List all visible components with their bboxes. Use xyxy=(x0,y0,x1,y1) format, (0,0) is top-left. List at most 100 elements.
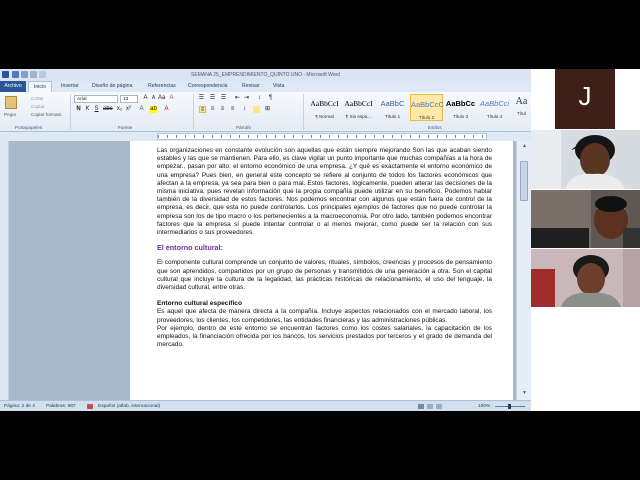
superscript-icon[interactable]: x² xyxy=(125,106,132,113)
participant-video-1-image xyxy=(531,130,640,189)
align-right-icon[interactable]: ≡ xyxy=(219,106,226,113)
participant-video-2-image xyxy=(531,190,640,248)
heading-cultural: El entorno cultural: xyxy=(157,243,223,253)
paste-button[interactable]: Pegar xyxy=(4,112,16,117)
copy-button[interactable]: Copiar xyxy=(31,104,45,109)
tab-diseno-pagina[interactable]: Diseño de página xyxy=(92,83,132,89)
style-sin-espaciado[interactable]: AaBbCcI ¶ Sin espa... xyxy=(342,94,375,121)
text-effects-icon[interactable]: A xyxy=(138,106,145,113)
grow-font-icon[interactable]: A xyxy=(142,95,149,102)
style-preview: AaBbCcC xyxy=(411,100,444,109)
divider xyxy=(303,94,304,130)
style-preview: AaBbCc xyxy=(445,99,476,108)
style-titulo[interactable]: Aa Títul xyxy=(512,94,531,121)
scroll-up-icon[interactable]: ▲ xyxy=(520,143,529,151)
tab-inicio[interactable]: Inicio xyxy=(28,81,52,92)
increase-indent-icon[interactable]: ⇥ xyxy=(243,95,250,102)
style-titulo-2[interactable]: AaBbCcC Título 2 xyxy=(410,94,444,121)
line-spacing-icon[interactable]: ↕ xyxy=(241,106,248,113)
font-color-icon[interactable]: A xyxy=(163,106,170,113)
style-name: Título 2 xyxy=(418,115,435,120)
language-indicator[interactable]: Español (alfab. internacional) xyxy=(98,404,160,409)
participant-initial: J xyxy=(578,81,592,111)
sort-icon[interactable]: ↕ xyxy=(256,95,263,102)
participant-video-2[interactable] xyxy=(531,190,640,248)
borders-icon[interactable]: ⊞ xyxy=(264,106,271,113)
word-count[interactable]: Palabras: 987 xyxy=(46,404,76,409)
paragraph-example: Por ejemplo, dentro de este entorno se e… xyxy=(157,324,492,349)
italic-icon[interactable]: K xyxy=(84,106,91,113)
style-normal[interactable]: AaBbCcI ¶ Normal xyxy=(308,94,341,121)
tab-referencias[interactable]: Referencias xyxy=(148,83,176,89)
participant-tile-self[interactable]: J xyxy=(555,69,615,129)
align-left-icon[interactable]: ≡ xyxy=(199,106,206,113)
participant-video-1[interactable] xyxy=(531,130,640,189)
multilevel-list-icon[interactable]: ☰ xyxy=(220,95,227,102)
paragraph-group-label: Párrafo xyxy=(236,125,252,130)
page-count[interactable]: Página: 2 de 4 xyxy=(4,404,35,409)
vertical-ruler[interactable] xyxy=(0,141,9,400)
document-area: Las organizaciones en constante evolució… xyxy=(9,141,516,400)
style-preview: AaBbCcI xyxy=(344,99,373,108)
format-painter-button[interactable]: Copiar formato xyxy=(31,112,61,117)
style-titulo-4[interactable]: AaBbCci Título 4 xyxy=(478,94,511,121)
bullets-icon[interactable]: ☰ xyxy=(198,95,205,102)
font-size-select[interactable]: 13 xyxy=(120,95,138,103)
style-name: ¶ Sin espa... xyxy=(345,114,372,119)
underline-icon[interactable]: S xyxy=(93,106,100,113)
scroll-thumb[interactable] xyxy=(520,161,528,201)
cut-button[interactable]: Cortar xyxy=(31,96,44,101)
font-name-select[interactable]: Arial xyxy=(74,95,118,103)
zoom-level-label[interactable]: 100% xyxy=(478,404,490,409)
paragraph-specific: Es aquel que afecta de manera directa a … xyxy=(157,308,492,324)
align-center-icon[interactable]: ≡ xyxy=(209,106,216,113)
document-page[interactable]: Las organizaciones en constante evolució… xyxy=(130,141,513,400)
window-title: SEMANA 25_EMPRENDIMIENTO_QUINTO UNO - Mi… xyxy=(191,72,340,78)
screen: SEMANA 25_EMPRENDIMIENTO_QUINTO UNO - Mi… xyxy=(0,69,640,411)
change-case-icon[interactable]: Aa xyxy=(158,95,165,102)
shrink-font-icon[interactable]: A xyxy=(150,95,157,102)
subscript-icon[interactable]: x₂ xyxy=(116,106,123,113)
zoom-slider-thumb[interactable] xyxy=(508,404,511,409)
bold-icon[interactable]: N xyxy=(75,106,82,113)
style-name: ¶ Normal xyxy=(315,114,334,119)
styles-group-label: Estilos xyxy=(428,125,442,130)
ribbon: Pegar Cortar Copiar Copiar formato Porta… xyxy=(0,92,531,132)
tab-revisar[interactable]: Revisar xyxy=(242,83,260,89)
ruler-ticks xyxy=(158,135,486,138)
style-titulo-1[interactable]: AaBbC Título 1 xyxy=(376,94,409,121)
word-window: SEMANA 25_EMPRENDIMIENTO_QUINTO UNO - Mi… xyxy=(0,69,531,411)
strikethrough-icon[interactable]: abc xyxy=(103,106,113,113)
show-marks-icon[interactable]: ¶ xyxy=(267,95,274,102)
scroll-down-icon[interactable]: ▼ xyxy=(520,390,529,398)
heading-specific: Entorno cultural específico xyxy=(157,300,243,308)
tab-insertar[interactable]: Insertar xyxy=(61,83,79,89)
print-layout-icon[interactable] xyxy=(418,404,424,409)
style-name: Títul xyxy=(517,111,526,116)
paste-icon[interactable] xyxy=(5,96,17,109)
decrease-indent-icon[interactable]: ⇤ xyxy=(234,95,241,102)
style-preview: AaBbCcI xyxy=(310,99,339,108)
vertical-scrollbar[interactable]: ▲ ▼ xyxy=(516,141,531,400)
full-screen-icon[interactable] xyxy=(427,404,433,409)
tab-vista[interactable]: Vista xyxy=(273,83,284,89)
horizontal-ruler[interactable] xyxy=(0,132,531,141)
style-name: Título 3 xyxy=(452,114,469,119)
highlight-icon[interactable]: ab xyxy=(150,106,157,113)
web-layout-icon[interactable] xyxy=(436,404,442,409)
proofing-icon[interactable] xyxy=(87,404,93,409)
tab-correspondencia[interactable]: Correspondencia xyxy=(188,83,228,89)
style-preview: AaBbCci xyxy=(479,99,510,108)
numbering-icon[interactable]: ☰ xyxy=(209,95,216,102)
clear-format-icon[interactable]: A xyxy=(168,95,175,102)
style-name: Título 4 xyxy=(486,114,503,119)
paragraph-cultural: El componente cultural comprende un conj… xyxy=(157,259,492,292)
style-name: Título 1 xyxy=(384,114,401,119)
participant-video-3[interactable] xyxy=(531,249,640,307)
divider xyxy=(193,94,194,130)
shading-icon[interactable] xyxy=(253,106,260,113)
style-titulo-3[interactable]: AaBbCc Título 3 xyxy=(444,94,477,121)
tab-archivo[interactable]: Archivo xyxy=(0,81,26,92)
clipboard-group-label: Portapapeles xyxy=(15,125,43,130)
justify-icon[interactable]: ≡ xyxy=(229,106,236,113)
